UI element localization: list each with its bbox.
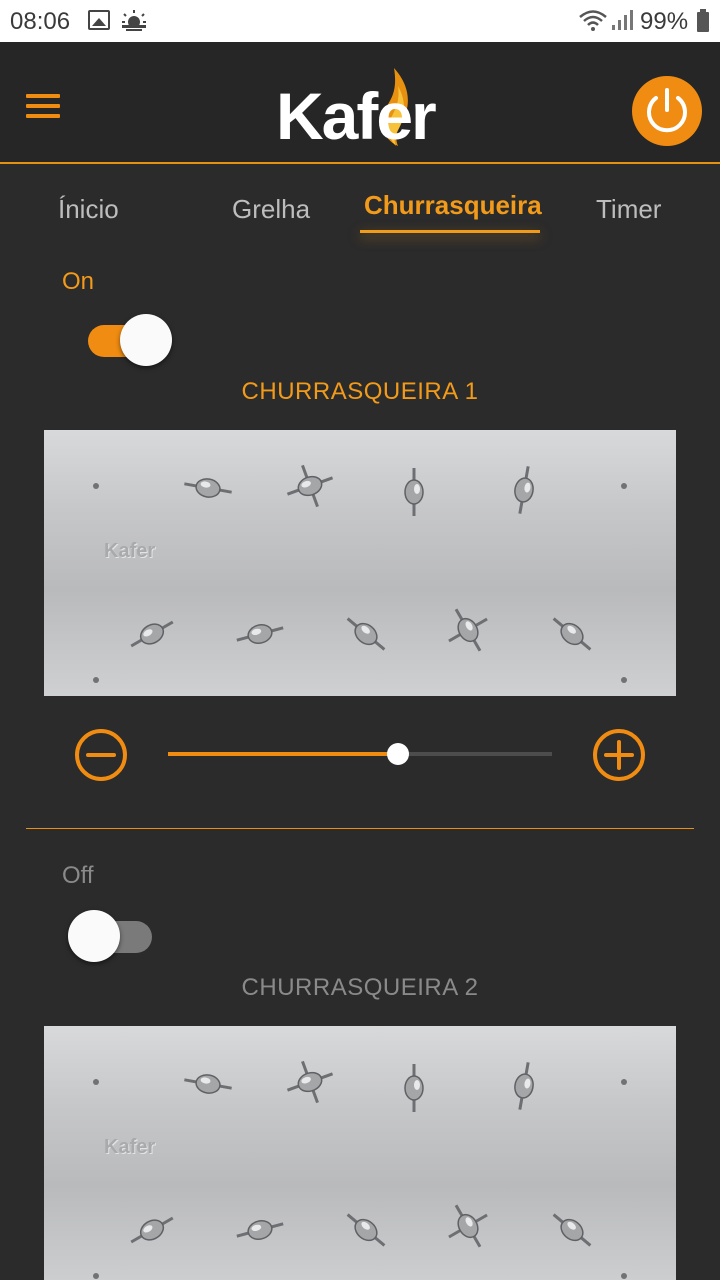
skewer-knob [514, 1062, 534, 1110]
plus-icon[interactable] [592, 728, 646, 782]
skewer-knob [184, 478, 232, 498]
section-divider [26, 828, 694, 829]
kafer-logo: Kafer [270, 64, 460, 154]
grill-1-title: CHURRASQUEIRA 1 [241, 378, 479, 405]
panel-logo: Kafer [104, 540, 156, 562]
panel-screw [621, 1273, 627, 1279]
skewer-knob [448, 1204, 488, 1248]
active-tab-indicator [360, 230, 540, 233]
wifi-icon [579, 10, 607, 31]
minus-icon[interactable] [74, 728, 128, 782]
skewer-knob [404, 1064, 424, 1112]
tab-timer[interactable]: Timer [596, 194, 661, 225]
panel-screw [621, 483, 627, 489]
grill-2-toggle[interactable] [66, 906, 156, 966]
level-slider-thumb[interactable] [387, 743, 410, 765]
grill-2-panel: Kafer [44, 1026, 676, 1280]
panel-logo: Kafer [104, 1136, 156, 1158]
skewer-knob [552, 617, 592, 651]
skewer-knob [346, 617, 386, 651]
battery-percent: 99% [640, 8, 689, 35]
grill-2-state-label: Off [62, 862, 94, 889]
tab-grelha[interactable]: Grelha [232, 194, 310, 225]
status-bar: 08:06 99% [0, 0, 720, 42]
level-slider[interactable] [168, 743, 552, 765]
skewer-knob [514, 466, 534, 514]
tab-bar: Ínicio Grelha Churrasqueira Timer [0, 166, 720, 238]
skewer-knob [404, 468, 424, 516]
power-icon [647, 88, 687, 133]
skewer-knob [448, 608, 488, 652]
skewer-knob [286, 464, 334, 508]
panel-screw [621, 677, 627, 683]
hamburger-menu-icon[interactable] [26, 94, 62, 122]
tab-inicio[interactable]: Ínicio [58, 194, 119, 225]
panel-screw [93, 1079, 99, 1085]
panel-screw [93, 483, 99, 489]
skewer-knob [130, 620, 174, 648]
weather-icon [122, 10, 146, 31]
grill-1-panel: Kafer [44, 430, 676, 696]
skewer-knob [236, 624, 284, 644]
panel-screw [621, 1079, 627, 1085]
level-slider-fill [168, 752, 399, 756]
status-time: 08:06 [10, 8, 71, 35]
skewer-knob [346, 1213, 386, 1247]
skewer-knob [184, 1074, 232, 1094]
grill-1-state-label: On [62, 268, 95, 295]
panel-screw [93, 677, 99, 683]
tab-churrasqueira[interactable]: Churrasqueira [364, 190, 542, 221]
skewer-knob [130, 1216, 174, 1244]
app-header: Kafer [0, 42, 720, 164]
skewer-knob [286, 1060, 334, 1104]
grill-1-level-control [0, 728, 720, 788]
signal-icon [612, 10, 633, 30]
image-icon [88, 10, 110, 30]
panel-screw [93, 1273, 99, 1279]
battery-icon [697, 9, 709, 32]
power-button[interactable] [632, 76, 702, 146]
grill-knobs-illustration [93, 464, 627, 683]
grill-1-toggle[interactable] [82, 310, 172, 370]
skewer-knob [236, 1220, 284, 1240]
grill-2-title: CHURRASQUEIRA 2 [241, 974, 479, 1001]
skewer-knob [552, 1213, 592, 1247]
logo-text: Kafer [276, 79, 437, 153]
